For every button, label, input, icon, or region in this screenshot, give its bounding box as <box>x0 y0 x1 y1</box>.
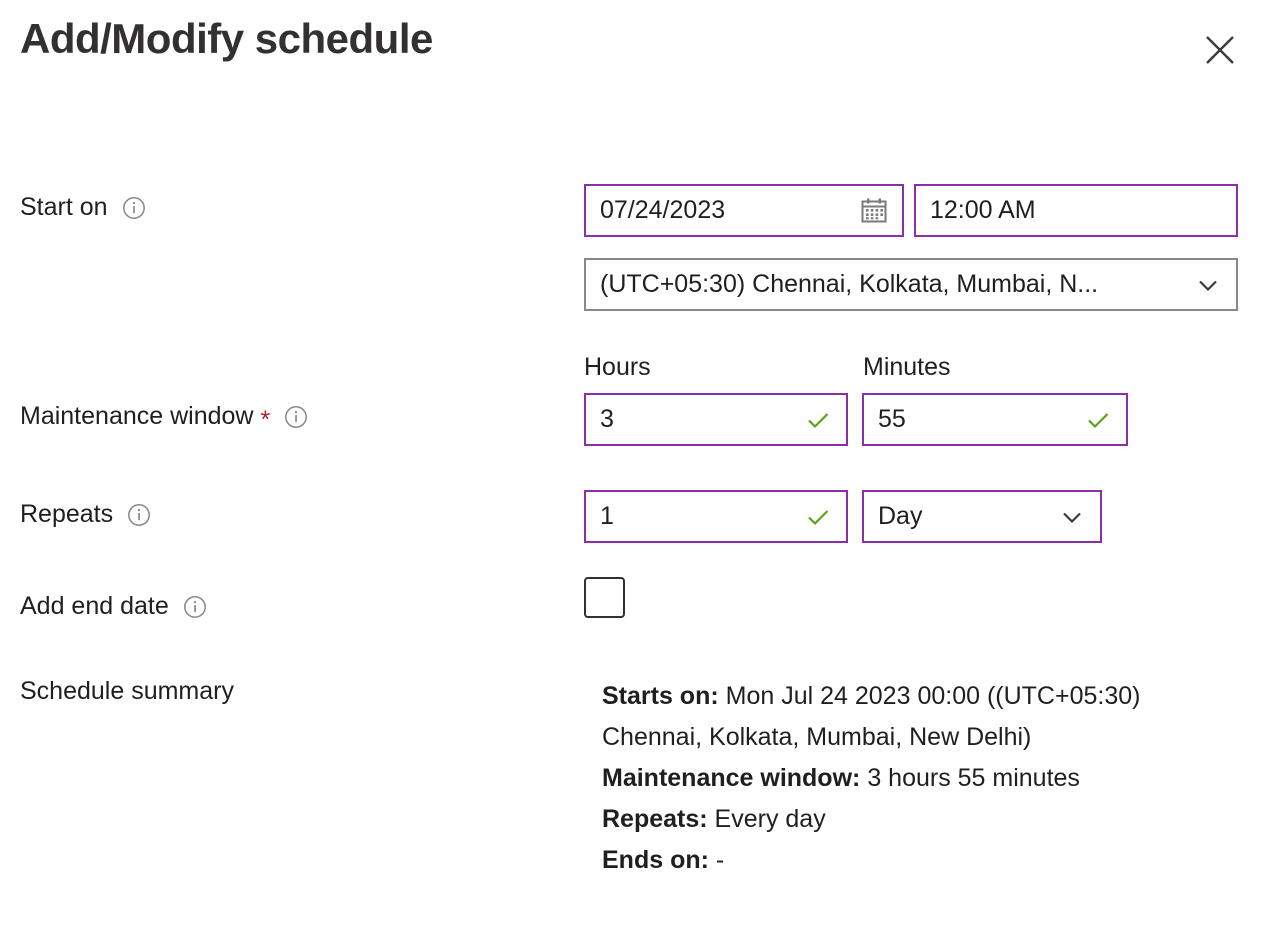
summary-key: Maintenance window: <box>602 764 861 792</box>
hours-value: 3 <box>600 405 614 433</box>
info-icon[interactable] <box>122 196 146 220</box>
start-time-input[interactable]: 12:00 AM <box>914 184 1238 237</box>
page-title: Add/Modify schedule <box>20 15 433 62</box>
close-icon <box>1204 34 1236 66</box>
maintenance-window-label: Maintenance window * <box>20 402 308 433</box>
hours-label: Hours <box>584 353 651 381</box>
minutes-input[interactable]: 55 <box>862 393 1128 446</box>
repeats-label: Repeats <box>20 502 151 527</box>
schedule-summary-label-text: Schedule summary <box>20 677 234 705</box>
calendar-icon[interactable] <box>860 197 888 225</box>
check-icon <box>804 503 832 531</box>
start-date-input[interactable]: 07/24/2023 <box>584 184 904 237</box>
summary-key: Starts on: <box>602 682 719 710</box>
timezone-value: (UTC+05:30) Chennai, Kolkata, Mumbai, N.… <box>600 270 1099 298</box>
panel-header: Add/Modify schedule <box>0 0 1272 105</box>
repeats-label-text: Repeats <box>20 500 114 528</box>
info-icon[interactable] <box>284 405 308 429</box>
check-icon <box>1084 406 1112 434</box>
summary-line-repeats: Repeats: Every day <box>602 799 1242 840</box>
schedule-summary-content: Starts on: Mon Jul 24 2023 00:00 ((UTC+0… <box>602 676 1242 881</box>
summary-line-maintenance-window: Maintenance window: 3 hours 55 minutes <box>602 758 1242 799</box>
minutes-label: Minutes <box>863 353 951 381</box>
start-on-label: Start on <box>20 195 146 220</box>
summary-value: - <box>715 846 725 874</box>
required-asterisk: * <box>260 406 271 434</box>
info-icon[interactable] <box>127 503 151 527</box>
timezone-dropdown[interactable]: (UTC+05:30) Chennai, Kolkata, Mumbai, N.… <box>584 258 1238 311</box>
row-maintenance-window: Hours Minutes Maintenance window * 3 55 <box>0 325 1272 446</box>
add-end-date-label-text: Add end date <box>20 592 169 620</box>
chevron-down-icon <box>1194 271 1222 299</box>
row-start-on: Start on 07/24/2023 12:00 AM (UTC+05:30)… <box>0 105 1272 325</box>
repeat-interval-value: 1 <box>600 502 614 530</box>
start-on-label-text: Start on <box>20 193 108 221</box>
check-icon <box>804 406 832 434</box>
row-add-end-date: Add end date <box>0 531 1272 621</box>
schedule-summary-label: Schedule summary <box>20 679 234 704</box>
repeat-unit-value: Day <box>878 502 923 530</box>
row-repeats: Repeats 1 Day <box>0 441 1272 543</box>
summary-line-starts-on: Starts on: Mon Jul 24 2023 00:00 ((UTC+0… <box>602 676 1242 758</box>
minutes-value: 55 <box>878 405 906 433</box>
add-end-date-checkbox[interactable] <box>584 577 625 618</box>
start-date-value: 07/24/2023 <box>600 196 726 224</box>
chevron-down-icon <box>1058 503 1086 531</box>
info-icon[interactable] <box>183 595 207 619</box>
summary-key: Repeats: <box>602 805 708 833</box>
summary-value: Every day <box>714 805 826 833</box>
start-time-value: 12:00 AM <box>930 196 1036 224</box>
close-button[interactable] <box>1196 26 1244 74</box>
summary-line-ends-on: Ends on: - <box>602 840 1242 881</box>
maintenance-window-label-text: Maintenance window <box>20 402 254 430</box>
summary-key: Ends on: <box>602 846 709 874</box>
add-end-date-label: Add end date <box>20 594 207 619</box>
hours-input[interactable]: 3 <box>584 393 848 446</box>
summary-value: 3 hours 55 minutes <box>867 764 1080 792</box>
